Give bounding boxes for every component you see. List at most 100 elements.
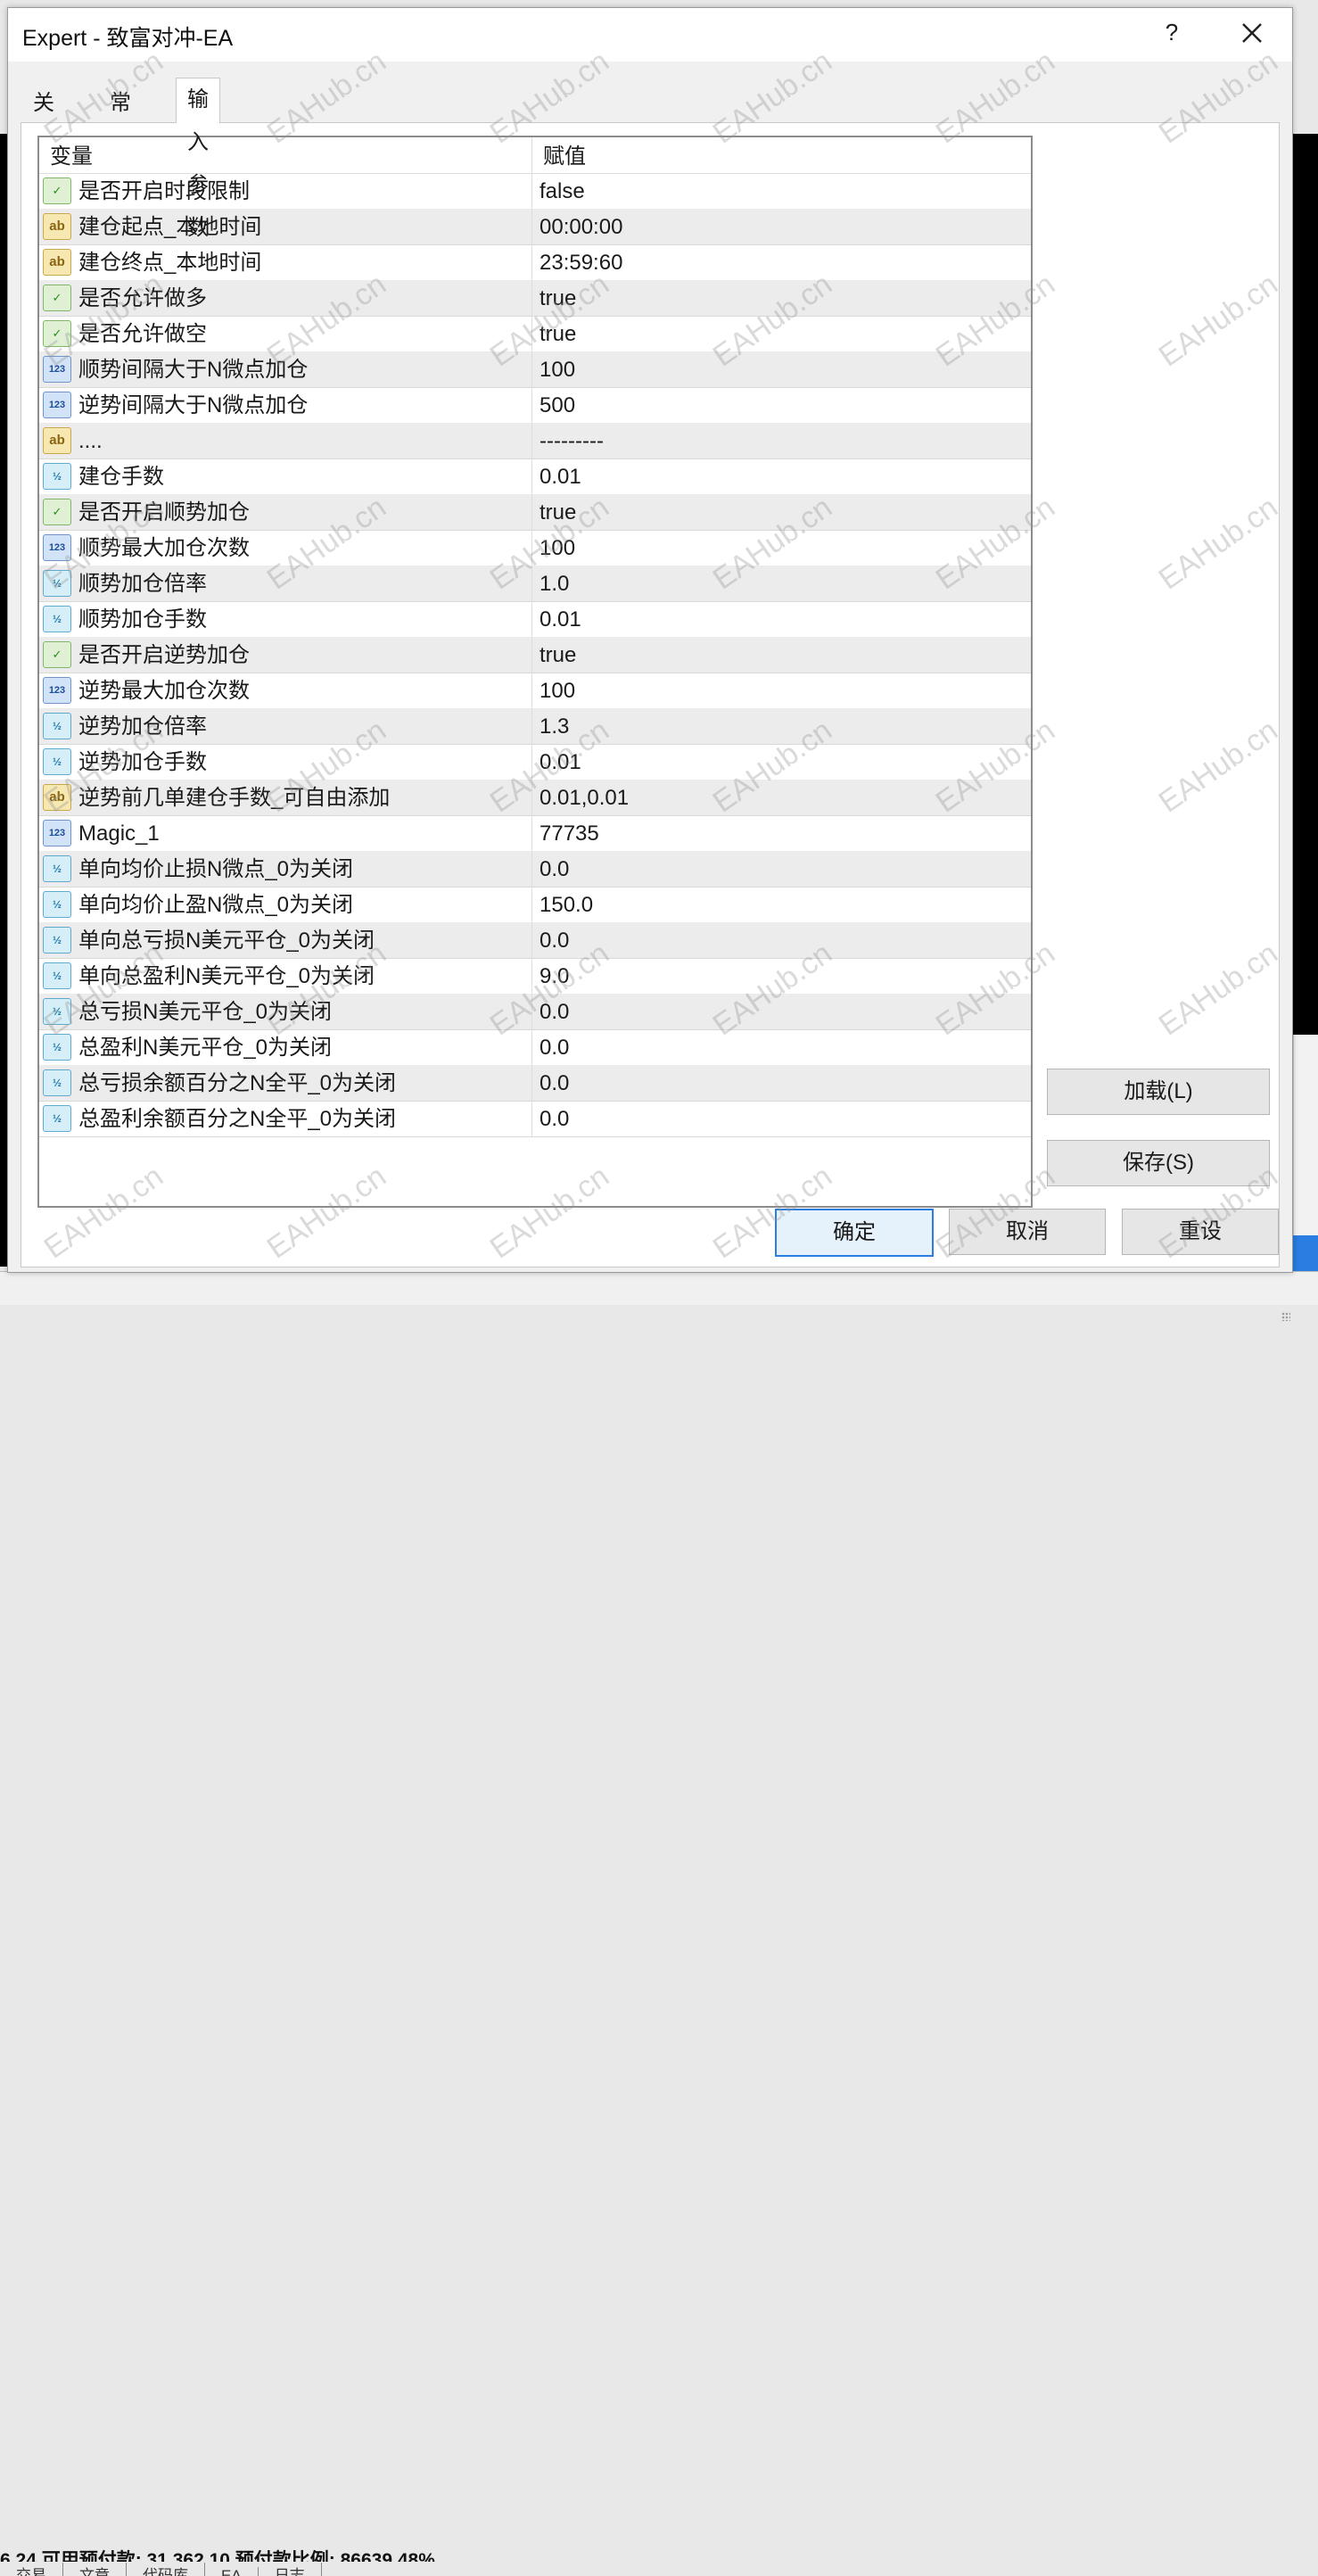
parameter-name: 单向总盈利N美元平仓_0为关闭 bbox=[78, 964, 375, 988]
parameter-row[interactable]: 123 逆势间隔大于N微点加仓 500 bbox=[39, 387, 1031, 424]
parameter-name: 总盈利余额百分之N全平_0为关闭 bbox=[78, 1107, 397, 1131]
parameter-value[interactable]: 1.0 bbox=[531, 566, 1028, 601]
parameter-value[interactable]: 77735 bbox=[531, 815, 1028, 851]
parameter-value[interactable]: 0.0 bbox=[531, 1101, 1028, 1136]
parameter-value[interactable]: 9.0 bbox=[531, 958, 1028, 994]
background-terminal: 6.24 可用预付款: 31 362.10 预付款比例: 86639.48% 交… bbox=[0, 1271, 1318, 2576]
background-tab[interactable]: 日志 bbox=[259, 2563, 322, 2576]
parameter-value[interactable]: 00:00:00 bbox=[531, 209, 1028, 244]
parameter-value[interactable]: 0.01 bbox=[531, 458, 1028, 494]
parameter-row[interactable]: ab 逆势前几单建仓手数_可自由添加 0.01,0.01 bbox=[39, 780, 1031, 816]
int-type-icon: 123 bbox=[43, 392, 71, 418]
parameter-row[interactable]: ✓ 是否开启顺势加仓 true bbox=[39, 494, 1031, 531]
close-icon bbox=[1242, 23, 1262, 43]
header-value[interactable]: 赋值 bbox=[531, 137, 1031, 173]
bool-type-icon: ✓ bbox=[43, 285, 71, 311]
parameter-name: 建仓手数 bbox=[78, 465, 164, 489]
parameter-value[interactable]: 100 bbox=[531, 351, 1028, 387]
expert-dialog: Expert - 致富对冲-EA ? 关于 常用 输入参数 变量 赋值 ✓ 是否开… bbox=[7, 7, 1293, 1321]
load-button[interactable]: 加载(L) bbox=[1047, 1069, 1270, 1115]
bool-type-icon: ✓ bbox=[43, 178, 71, 204]
int-type-icon: 123 bbox=[43, 820, 71, 846]
background-tab[interactable]: 交易 bbox=[0, 2563, 63, 2576]
parameter-row[interactable]: ½ 顺势加仓倍率 1.0 bbox=[39, 566, 1031, 602]
parameter-row[interactable]: ab 建仓终点_本地时间 23:59:60 bbox=[39, 244, 1031, 281]
parameter-name: .... bbox=[78, 429, 103, 453]
parameter-name: 单向均价止盈N微点_0为关闭 bbox=[78, 893, 354, 917]
parameter-value[interactable]: 0.0 bbox=[531, 922, 1028, 958]
parameter-row[interactable]: ½ 顺势加仓手数 0.01 bbox=[39, 601, 1031, 638]
parameter-value[interactable]: 500 bbox=[531, 387, 1028, 423]
int-type-icon: 123 bbox=[43, 534, 71, 561]
bool-type-icon: ✓ bbox=[43, 320, 71, 347]
parameter-value[interactable]: 0.0 bbox=[531, 1065, 1028, 1101]
parameter-value[interactable]: 150.0 bbox=[531, 887, 1028, 922]
ok-button[interactable]: 确定 bbox=[775, 1209, 934, 1257]
parameter-value[interactable]: 0.0 bbox=[531, 1029, 1028, 1065]
tab-common[interactable]: 常用 bbox=[99, 85, 142, 153]
reset-button[interactable]: 重设 bbox=[1122, 1209, 1279, 1255]
parameter-row[interactable]: ½ 单向总亏损N美元平仓_0为关闭 0.0 bbox=[39, 922, 1031, 959]
dbl-type-icon: ½ bbox=[43, 927, 71, 954]
parameter-value[interactable]: true bbox=[531, 494, 1028, 530]
parameter-value[interactable]: 100 bbox=[531, 673, 1028, 708]
parameter-value[interactable]: 0.0 bbox=[531, 994, 1028, 1029]
parameter-value[interactable]: 0.01,0.01 bbox=[531, 780, 1028, 815]
parameter-row[interactable]: ✓ 是否允许做多 true bbox=[39, 280, 1031, 317]
dbl-type-icon: ½ bbox=[43, 998, 71, 1025]
background-panel-right bbox=[1293, 1035, 1318, 1235]
parameter-row[interactable]: ½ 单向均价止损N微点_0为关闭 0.0 bbox=[39, 851, 1031, 888]
parameter-row[interactable]: 123 Magic_1 77735 bbox=[39, 815, 1031, 852]
parameter-value[interactable]: true bbox=[531, 316, 1028, 351]
parameter-value[interactable]: 23:59:60 bbox=[531, 244, 1028, 280]
parameter-value[interactable]: 0.0 bbox=[531, 851, 1028, 887]
parameter-row[interactable]: ½ 单向总盈利N美元平仓_0为关闭 9.0 bbox=[39, 958, 1031, 995]
parameter-name: 总亏损N美元平仓_0为关闭 bbox=[78, 1000, 333, 1024]
tab-about[interactable]: 关于 bbox=[22, 85, 65, 153]
parameter-row[interactable]: 123 顺势间隔大于N微点加仓 100 bbox=[39, 351, 1031, 388]
parameter-row[interactable]: ½ 逆势加仓手数 0.01 bbox=[39, 744, 1031, 780]
parameter-name: 建仓终点_本地时间 bbox=[78, 251, 262, 275]
tab-inputs[interactable]: 输入参数 bbox=[176, 78, 220, 240]
parameter-row[interactable]: ½ 总亏损余额百分之N全平_0为关闭 0.0 bbox=[39, 1065, 1031, 1102]
parameter-row[interactable]: ½ 建仓手数 0.01 bbox=[39, 458, 1031, 495]
parameter-name: 是否开启顺势加仓 bbox=[78, 500, 250, 524]
parameter-row[interactable]: ✓ 是否允许做空 true bbox=[39, 316, 1031, 352]
parameter-value[interactable]: 0.01 bbox=[531, 744, 1028, 780]
parameter-value[interactable]: true bbox=[531, 280, 1028, 316]
dbl-type-icon: ½ bbox=[43, 1105, 71, 1132]
parameter-name: 顺势加仓倍率 bbox=[78, 572, 207, 596]
background-terminal-tabs: 交易 文章 代码库 EA 日志 bbox=[0, 2563, 322, 2576]
parameter-value[interactable]: 0.01 bbox=[531, 601, 1028, 637]
background-tab[interactable]: 代码库 bbox=[127, 2563, 205, 2576]
parameter-name: 顺势最大加仓次数 bbox=[78, 536, 250, 560]
parameter-row[interactable]: ab.... --------- bbox=[39, 423, 1031, 459]
parameter-row[interactable]: ✓ 是否开启逆势加仓 true bbox=[39, 637, 1031, 673]
parameter-row[interactable]: ½ 总亏损N美元平仓_0为关闭 0.0 bbox=[39, 994, 1031, 1030]
parameter-value[interactable]: 1.3 bbox=[531, 708, 1028, 744]
close-button[interactable] bbox=[1234, 15, 1270, 51]
resize-grip-icon[interactable] bbox=[1281, 1312, 1290, 1321]
header-variable[interactable]: 变量 bbox=[39, 137, 531, 173]
parameter-row[interactable]: 123 顺势最大加仓次数 100 bbox=[39, 530, 1031, 566]
window-title: Expert - 致富对冲-EA bbox=[22, 26, 234, 51]
parameter-value[interactable]: --------- bbox=[531, 423, 1028, 458]
cancel-button[interactable]: 取消 bbox=[949, 1209, 1106, 1255]
parameter-row[interactable]: ½ 总盈利余额百分之N全平_0为关闭 0.0 bbox=[39, 1101, 1031, 1137]
parameter-value[interactable]: 100 bbox=[531, 530, 1028, 566]
parameter-name: 逆势加仓手数 bbox=[78, 750, 207, 774]
background-chart-right bbox=[1293, 134, 1318, 1035]
parameter-row[interactable]: ½ 总盈利N美元平仓_0为关闭 0.0 bbox=[39, 1029, 1031, 1066]
save-button[interactable]: 保存(S) bbox=[1047, 1140, 1270, 1186]
parameter-name: 总盈利N美元平仓_0为关闭 bbox=[78, 1036, 333, 1060]
parameter-row[interactable]: ½ 逆势加仓倍率 1.3 bbox=[39, 708, 1031, 745]
background-tab[interactable]: EA bbox=[205, 2567, 259, 2576]
parameter-name: Magic_1 bbox=[78, 822, 160, 846]
parameter-value[interactable]: false bbox=[531, 173, 1028, 209]
background-status-text: 6.24 可用预付款: 31 362.10 预付款比例: 86639.48% bbox=[0, 2550, 435, 2562]
parameter-row[interactable]: 123 逆势最大加仓次数 100 bbox=[39, 673, 1031, 709]
help-button[interactable]: ? bbox=[1158, 19, 1185, 49]
parameter-row[interactable]: ½ 单向均价止盈N微点_0为关闭 150.0 bbox=[39, 887, 1031, 923]
parameter-value[interactable]: true bbox=[531, 637, 1028, 673]
background-tab[interactable]: 文章 bbox=[63, 2563, 127, 2576]
